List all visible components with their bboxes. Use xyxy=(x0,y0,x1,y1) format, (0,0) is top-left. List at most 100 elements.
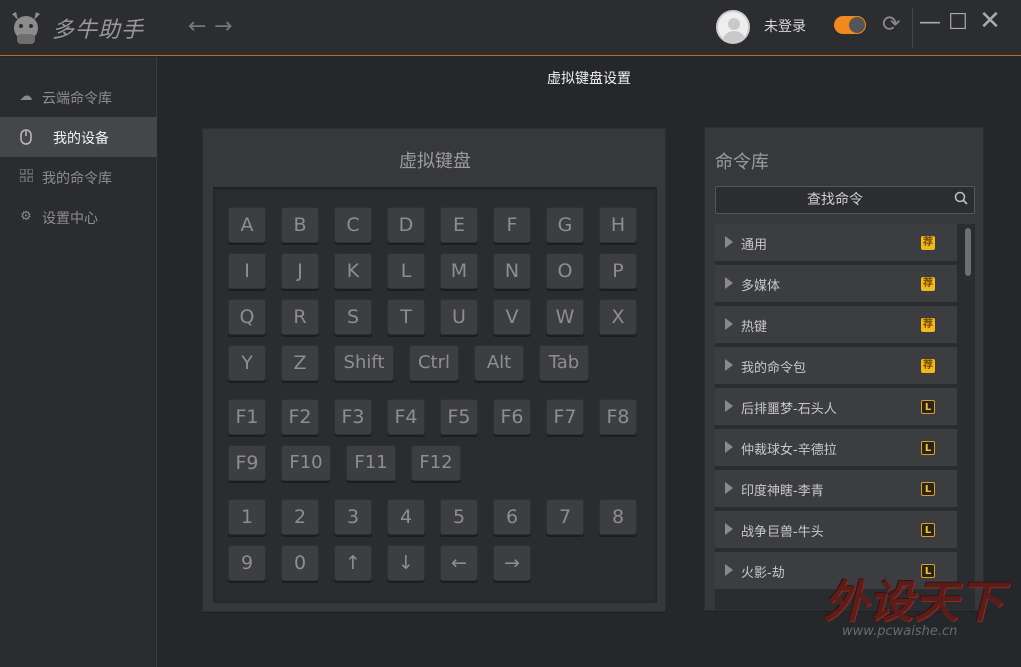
key-7[interactable]: 7 xyxy=(546,499,584,535)
key-f9[interactable]: F9 xyxy=(228,445,266,481)
key-6[interactable]: 6 xyxy=(493,499,531,535)
key-f6[interactable]: F6 xyxy=(493,399,531,435)
key-s[interactable]: S xyxy=(334,299,372,335)
search-icon[interactable] xyxy=(954,191,968,209)
expand-arrow-icon[interactable] xyxy=(725,318,733,330)
key-2[interactable]: 2 xyxy=(281,499,319,535)
minimize-button[interactable]: — xyxy=(918,10,942,35)
list-item[interactable]: 多媒体 荐 xyxy=(715,265,957,303)
key-f4[interactable]: F4 xyxy=(387,399,425,435)
key-p[interactable]: P xyxy=(599,253,637,289)
key-b[interactable]: B xyxy=(281,207,319,243)
page-title: 虚拟键盘设置 xyxy=(547,71,631,87)
search-input[interactable] xyxy=(716,187,974,213)
cloud-icon: ☁ xyxy=(19,89,33,104)
key-left[interactable]: ← xyxy=(440,545,478,581)
key-3[interactable]: 3 xyxy=(334,499,372,535)
list-item[interactable]: 战争巨兽-牛头 L xyxy=(715,511,957,549)
expand-arrow-icon[interactable] xyxy=(725,564,733,576)
key-9[interactable]: 9 xyxy=(228,545,266,581)
key-tab[interactable]: Tab xyxy=(539,345,589,381)
key-z[interactable]: Z xyxy=(281,345,319,381)
key-h[interactable]: H xyxy=(599,207,637,243)
expand-arrow-icon[interactable] xyxy=(725,441,733,453)
key-r[interactable]: R xyxy=(281,299,319,335)
maximize-button[interactable]: ☐ xyxy=(946,10,970,35)
key-f7[interactable]: F7 xyxy=(546,399,584,435)
expand-arrow-icon[interactable] xyxy=(725,523,733,535)
close-button[interactable]: ✕ xyxy=(978,6,1002,36)
key-g[interactable]: G xyxy=(546,207,584,243)
key-j[interactable]: J xyxy=(281,253,319,289)
key-f1[interactable]: F1 xyxy=(228,399,266,435)
list-item[interactable]: 我的命令包 荐 xyxy=(715,347,957,385)
key-d[interactable]: D xyxy=(387,207,425,243)
list-item[interactable]: 仲裁球女-辛德拉 L xyxy=(715,429,957,467)
command-name: 多媒体 xyxy=(741,279,781,294)
key-w[interactable]: W xyxy=(546,299,584,335)
key-t[interactable]: T xyxy=(387,299,425,335)
key-right[interactable]: → xyxy=(493,545,531,581)
arrow-left-icon[interactable]: ← xyxy=(188,14,206,39)
arrow-right-icon[interactable]: → xyxy=(214,14,232,39)
key-f12[interactable]: F12 xyxy=(411,445,461,481)
key-n[interactable]: N xyxy=(493,253,531,289)
key-alt[interactable]: Alt xyxy=(474,345,524,381)
key-u[interactable]: U xyxy=(440,299,478,335)
list-item[interactable]: 印度神瞎-李青 L xyxy=(715,470,957,508)
key-f11[interactable]: F11 xyxy=(346,445,396,481)
sidebar-item-cloud-commands[interactable]: ☁ 云端命令库 xyxy=(0,77,157,117)
login-status[interactable]: 未登录 xyxy=(764,16,806,36)
scrollbar[interactable] xyxy=(965,228,971,276)
gear-icon: ⚙ xyxy=(20,209,32,224)
command-library-panel: 命令库 通用荐多媒体荐热键荐我的命令包荐后排噩梦-石头人L仲裁球女-辛德拉L印度… xyxy=(704,127,984,611)
key-l[interactable]: L xyxy=(387,253,425,289)
key-y[interactable]: Y xyxy=(228,345,266,381)
theme-toggle[interactable] xyxy=(834,16,866,34)
key-e[interactable]: E xyxy=(440,207,478,243)
key-5[interactable]: 5 xyxy=(440,499,478,535)
recommend-badge-icon: 荐 xyxy=(921,318,935,332)
sidebar-item-my-commands[interactable]: 我的命令库 xyxy=(0,157,157,197)
key-x[interactable]: X xyxy=(599,299,637,335)
key-i[interactable]: I xyxy=(228,253,266,289)
key-a[interactable]: A xyxy=(228,207,266,243)
key-f10[interactable]: F10 xyxy=(281,445,331,481)
key-ctrl[interactable]: Ctrl xyxy=(409,345,459,381)
avatar[interactable] xyxy=(716,10,750,44)
key-v[interactable]: V xyxy=(493,299,531,335)
cow-logo-icon xyxy=(12,12,40,44)
divider xyxy=(912,8,913,48)
command-name: 战争巨兽-牛头 xyxy=(741,525,824,540)
expand-arrow-icon[interactable] xyxy=(725,277,733,289)
key-8[interactable]: 8 xyxy=(599,499,637,535)
key-m[interactable]: M xyxy=(440,253,478,289)
key-k[interactable]: K xyxy=(334,253,372,289)
key-q[interactable]: Q xyxy=(228,299,266,335)
list-item[interactable]: 通用 荐 xyxy=(715,224,957,262)
sidebar: ☁ 云端命令库 我的设备 我的命令库 ⚙ 设置中心 xyxy=(0,57,157,667)
key-up[interactable]: ↑ xyxy=(334,545,372,581)
key-4[interactable]: 4 xyxy=(387,499,425,535)
key-c[interactable]: C xyxy=(334,207,372,243)
watermark: 外设天下 www.pcwaishe.cn xyxy=(818,566,1018,646)
key-f2[interactable]: F2 xyxy=(281,399,319,435)
expand-arrow-icon[interactable] xyxy=(725,400,733,412)
key-f8[interactable]: F8 xyxy=(599,399,637,435)
sync-icon[interactable]: ⟳ xyxy=(882,12,900,37)
key-f3[interactable]: F3 xyxy=(334,399,372,435)
sidebar-item-settings[interactable]: ⚙ 设置中心 xyxy=(0,197,157,237)
key-o[interactable]: O xyxy=(546,253,584,289)
expand-arrow-icon[interactable] xyxy=(725,482,733,494)
expand-arrow-icon[interactable] xyxy=(725,359,733,371)
key-shift[interactable]: Shift xyxy=(334,345,394,381)
list-item[interactable]: 热键 荐 xyxy=(715,306,957,344)
key-f[interactable]: F xyxy=(493,207,531,243)
key-0[interactable]: 0 xyxy=(281,545,319,581)
expand-arrow-icon[interactable] xyxy=(725,236,733,248)
list-item[interactable]: 后排噩梦-石头人 L xyxy=(715,388,957,426)
key-f5[interactable]: F5 xyxy=(440,399,478,435)
key-1[interactable]: 1 xyxy=(228,499,266,535)
key-down[interactable]: ↓ xyxy=(387,545,425,581)
sidebar-item-my-devices[interactable]: 我的设备 xyxy=(0,117,157,157)
